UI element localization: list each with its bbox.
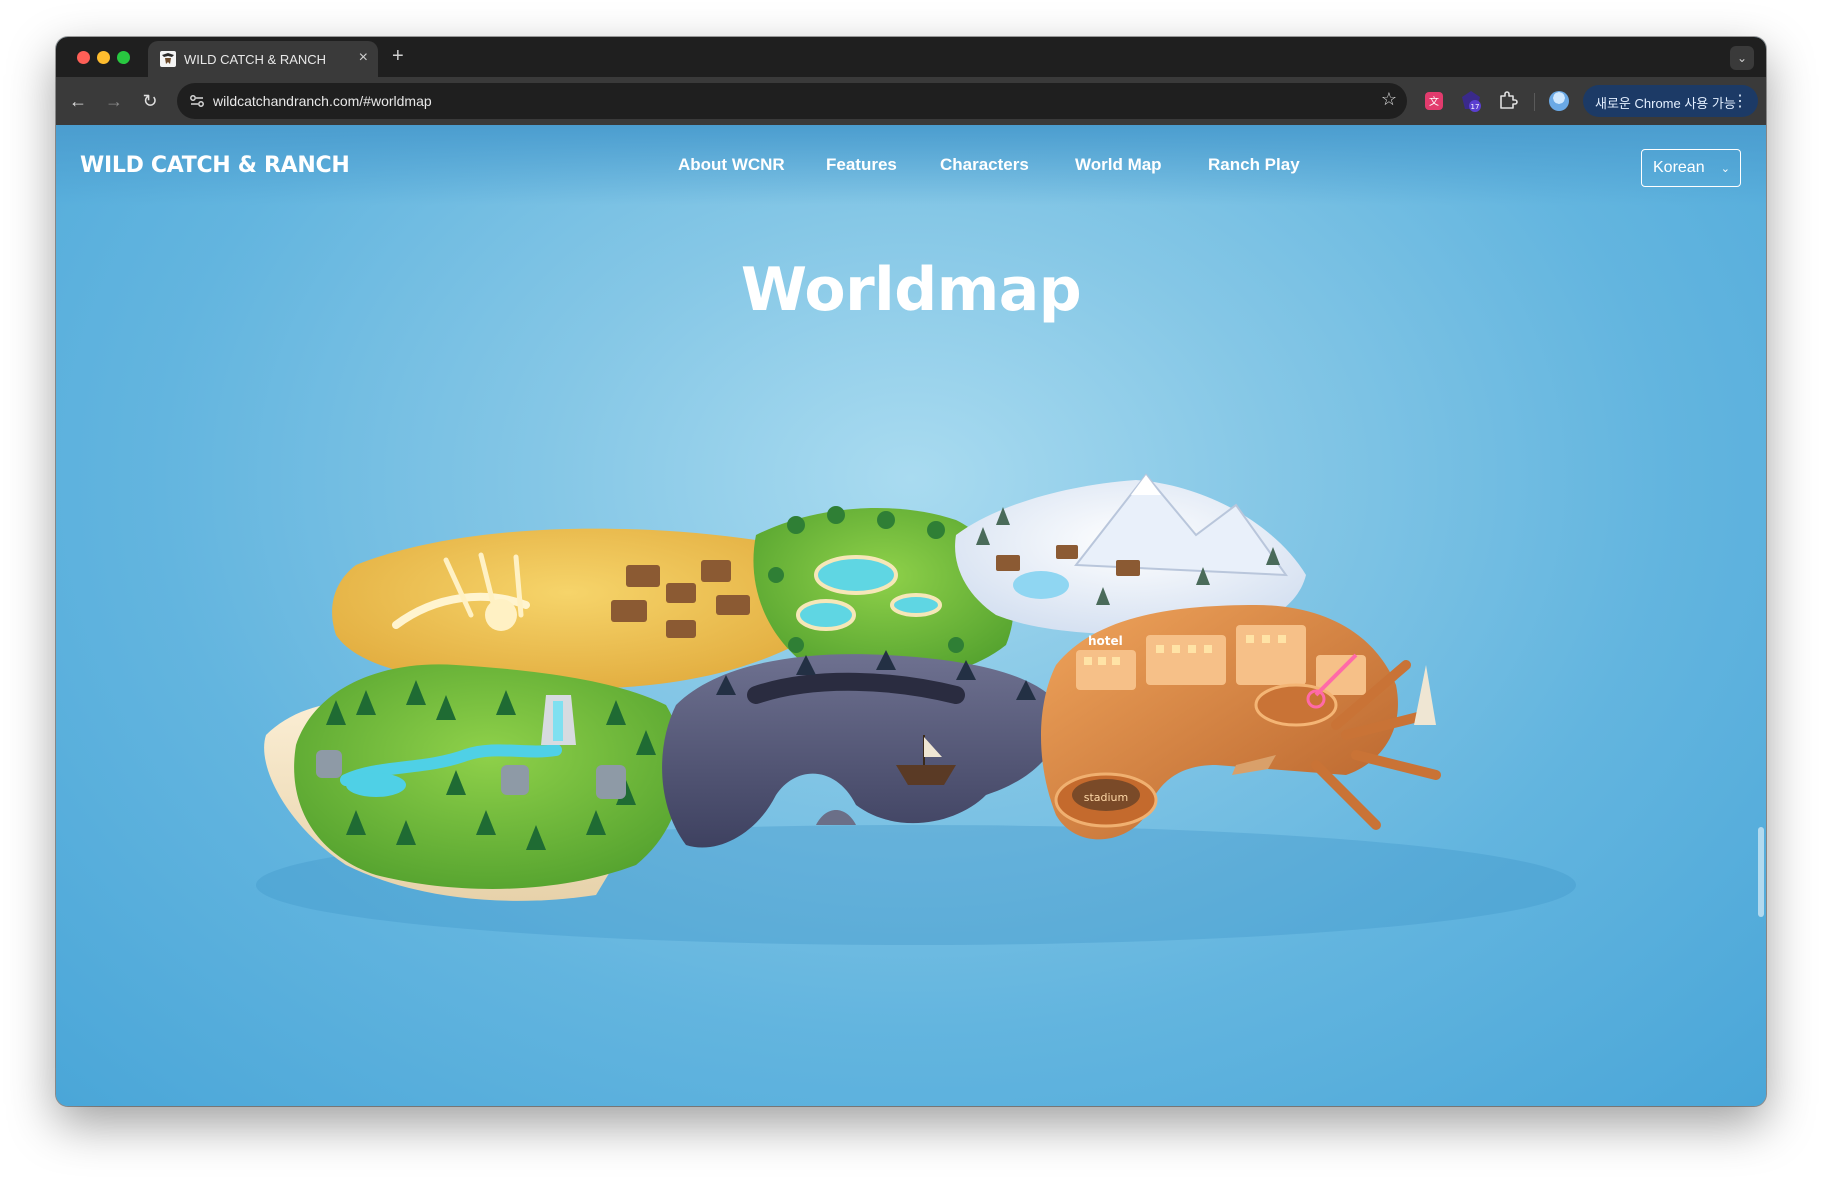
puzzle-icon[interactable] (1496, 89, 1520, 113)
page-content: WILD CATCH & RANCH About WCNR Features C… (56, 125, 1766, 1106)
stadium-sign: stadium (1084, 791, 1129, 804)
bookmark-star-icon[interactable]: ☆ (1381, 89, 1397, 110)
world-map-illustration: hotel stadium (256, 473, 1576, 945)
chevron-down-icon: ⌄ (1720, 163, 1730, 175)
nav-about[interactable]: About WCNR (678, 155, 785, 175)
site-logo[interactable]: WILD CATCH & RANCH (80, 153, 350, 178)
tab-close-icon[interactable]: × (359, 49, 368, 67)
tab-strip: WILD CATCH & RANCH × + ⌄ (56, 37, 1766, 77)
cave-cove-region (662, 650, 1066, 848)
kebab-menu-icon[interactable]: ⋮ (1732, 91, 1748, 111)
maximize-window-button[interactable] (117, 51, 130, 64)
page-title: Worldmap (740, 255, 1082, 325)
chrome-update-button[interactable]: 새로운 Chrome 사용 가능 ⋮ (1583, 85, 1758, 117)
address-bar[interactable]: wildcatchandranch.com/#worldmap ☆ (177, 83, 1407, 119)
toolbar-divider (1534, 93, 1535, 111)
close-window-button[interactable] (77, 51, 90, 64)
reload-button[interactable]: ↻ (138, 89, 162, 113)
harbor-city-region: hotel stadium (1041, 605, 1441, 840)
new-tab-button[interactable]: + (392, 45, 404, 67)
tab-title: WILD CATCH & RANCH (184, 52, 327, 67)
svg-text:文: 文 (1429, 95, 1439, 108)
nav-characters[interactable]: Characters (940, 155, 1029, 175)
chrome-update-label: 새로운 Chrome 사용 가능 (1595, 96, 1736, 111)
language-select[interactable]: Korean ⌄ (1641, 149, 1741, 187)
nav-features[interactable]: Features (826, 155, 897, 175)
language-label: Korean (1653, 159, 1705, 176)
extension-badge: 17 (1471, 103, 1480, 111)
nav-ranch-play[interactable]: Ranch Play (1208, 155, 1300, 175)
url-text[interactable]: wildcatchandranch.com/#worldmap (213, 93, 432, 109)
desert-region (332, 528, 804, 689)
site-settings-icon[interactable] (187, 91, 207, 111)
tab-search-button[interactable]: ⌄ (1730, 46, 1754, 70)
browser-tab[interactable]: WILD CATCH & RANCH × (148, 41, 378, 77)
purple-extension-icon[interactable]: 17 (1459, 89, 1483, 113)
browser-toolbar: ← → ↻ wildcatchandranch.com/#worldmap ☆ … (56, 77, 1766, 125)
nav-world-map[interactable]: World Map (1075, 155, 1162, 175)
back-button[interactable]: ← (66, 89, 90, 113)
forward-button[interactable]: → (102, 89, 126, 113)
forest-region (294, 664, 683, 889)
browser-window: WILD CATCH & RANCH × + ⌄ ← → ↻ wildcatch… (56, 37, 1766, 1106)
page-scrollbar-thumb[interactable] (1758, 827, 1764, 917)
profile-avatar[interactable] (1549, 91, 1569, 111)
ranch-logo-icon (160, 51, 176, 67)
minimize-window-button[interactable] (97, 51, 110, 64)
translate-extension-icon[interactable]: 文 (1422, 89, 1446, 113)
hotel-sign: hotel (1088, 634, 1123, 648)
